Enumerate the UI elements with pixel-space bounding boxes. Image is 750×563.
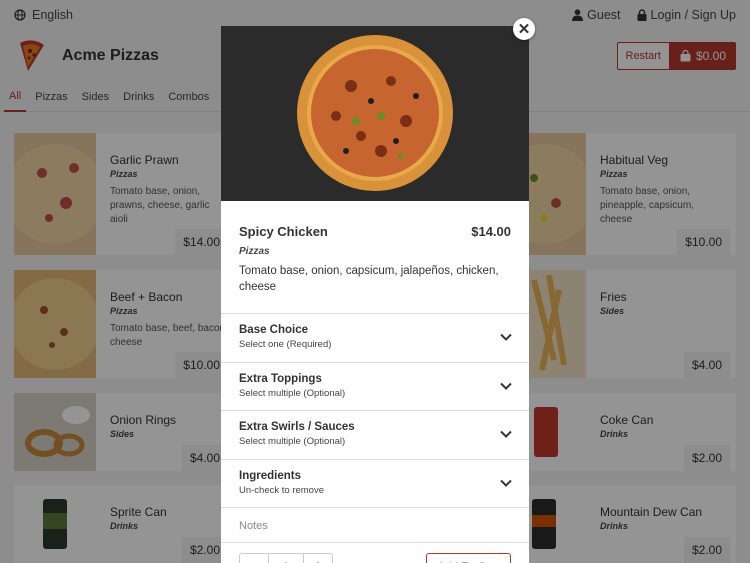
chevron-down-icon bbox=[500, 333, 512, 341]
option-title: Ingredients bbox=[239, 469, 301, 482]
decrease-quantity-button[interactable]: − bbox=[240, 554, 268, 563]
option-extra-toppings[interactable]: Extra Toppings Select multiple (Optional… bbox=[221, 361, 529, 411]
option-subtitle: Select multiple (Optional) bbox=[239, 436, 346, 447]
option-base-choice[interactable]: Base Choice Select one (Required) bbox=[221, 313, 529, 362]
modal-header: Spicy Chicken $14.00 Pizzas Tomato base,… bbox=[221, 206, 529, 313]
increase-quantity-button[interactable]: + bbox=[304, 554, 332, 563]
modal-product-category: Pizzas bbox=[239, 246, 270, 257]
modal-product-description: Tomato base, onion, capsicum, jalapeños,… bbox=[239, 265, 499, 293]
chevron-down-icon bbox=[500, 430, 512, 438]
modal-footer: − 1 + Add To Cart bbox=[221, 542, 529, 563]
quantity-stepper: − 1 + bbox=[239, 553, 333, 563]
option-subtitle: Select multiple (Optional) bbox=[239, 387, 346, 399]
option-subtitle: Select one (Required) bbox=[239, 339, 332, 350]
product-hero-image bbox=[221, 26, 529, 201]
notes-field[interactable]: Notes bbox=[221, 507, 529, 542]
add-to-cart-button[interactable]: Add To Cart bbox=[425, 553, 511, 563]
option-ingredients[interactable]: Ingredients Un-check to remove bbox=[221, 458, 529, 508]
option-title: Extra Toppings bbox=[239, 372, 322, 385]
option-title: Base Choice bbox=[239, 324, 309, 336]
option-extra-swirls[interactable]: Extra Swirls / Sauces Select multiple (O… bbox=[221, 410, 529, 459]
product-modal: Spicy Chicken $14.00 Pizzas Tomato base,… bbox=[221, 26, 529, 563]
modal-product-title: Spicy Chicken bbox=[239, 224, 328, 239]
option-subtitle: Un-check to remove bbox=[239, 484, 325, 496]
quantity-value[interactable]: 1 bbox=[268, 554, 304, 563]
close-icon[interactable]: ✕ bbox=[513, 18, 535, 40]
chevron-down-icon bbox=[500, 479, 512, 487]
option-title: Extra Swirls / Sauces bbox=[239, 421, 355, 433]
chevron-down-icon bbox=[500, 382, 512, 390]
modal-product-price: $14.00 bbox=[471, 224, 511, 239]
